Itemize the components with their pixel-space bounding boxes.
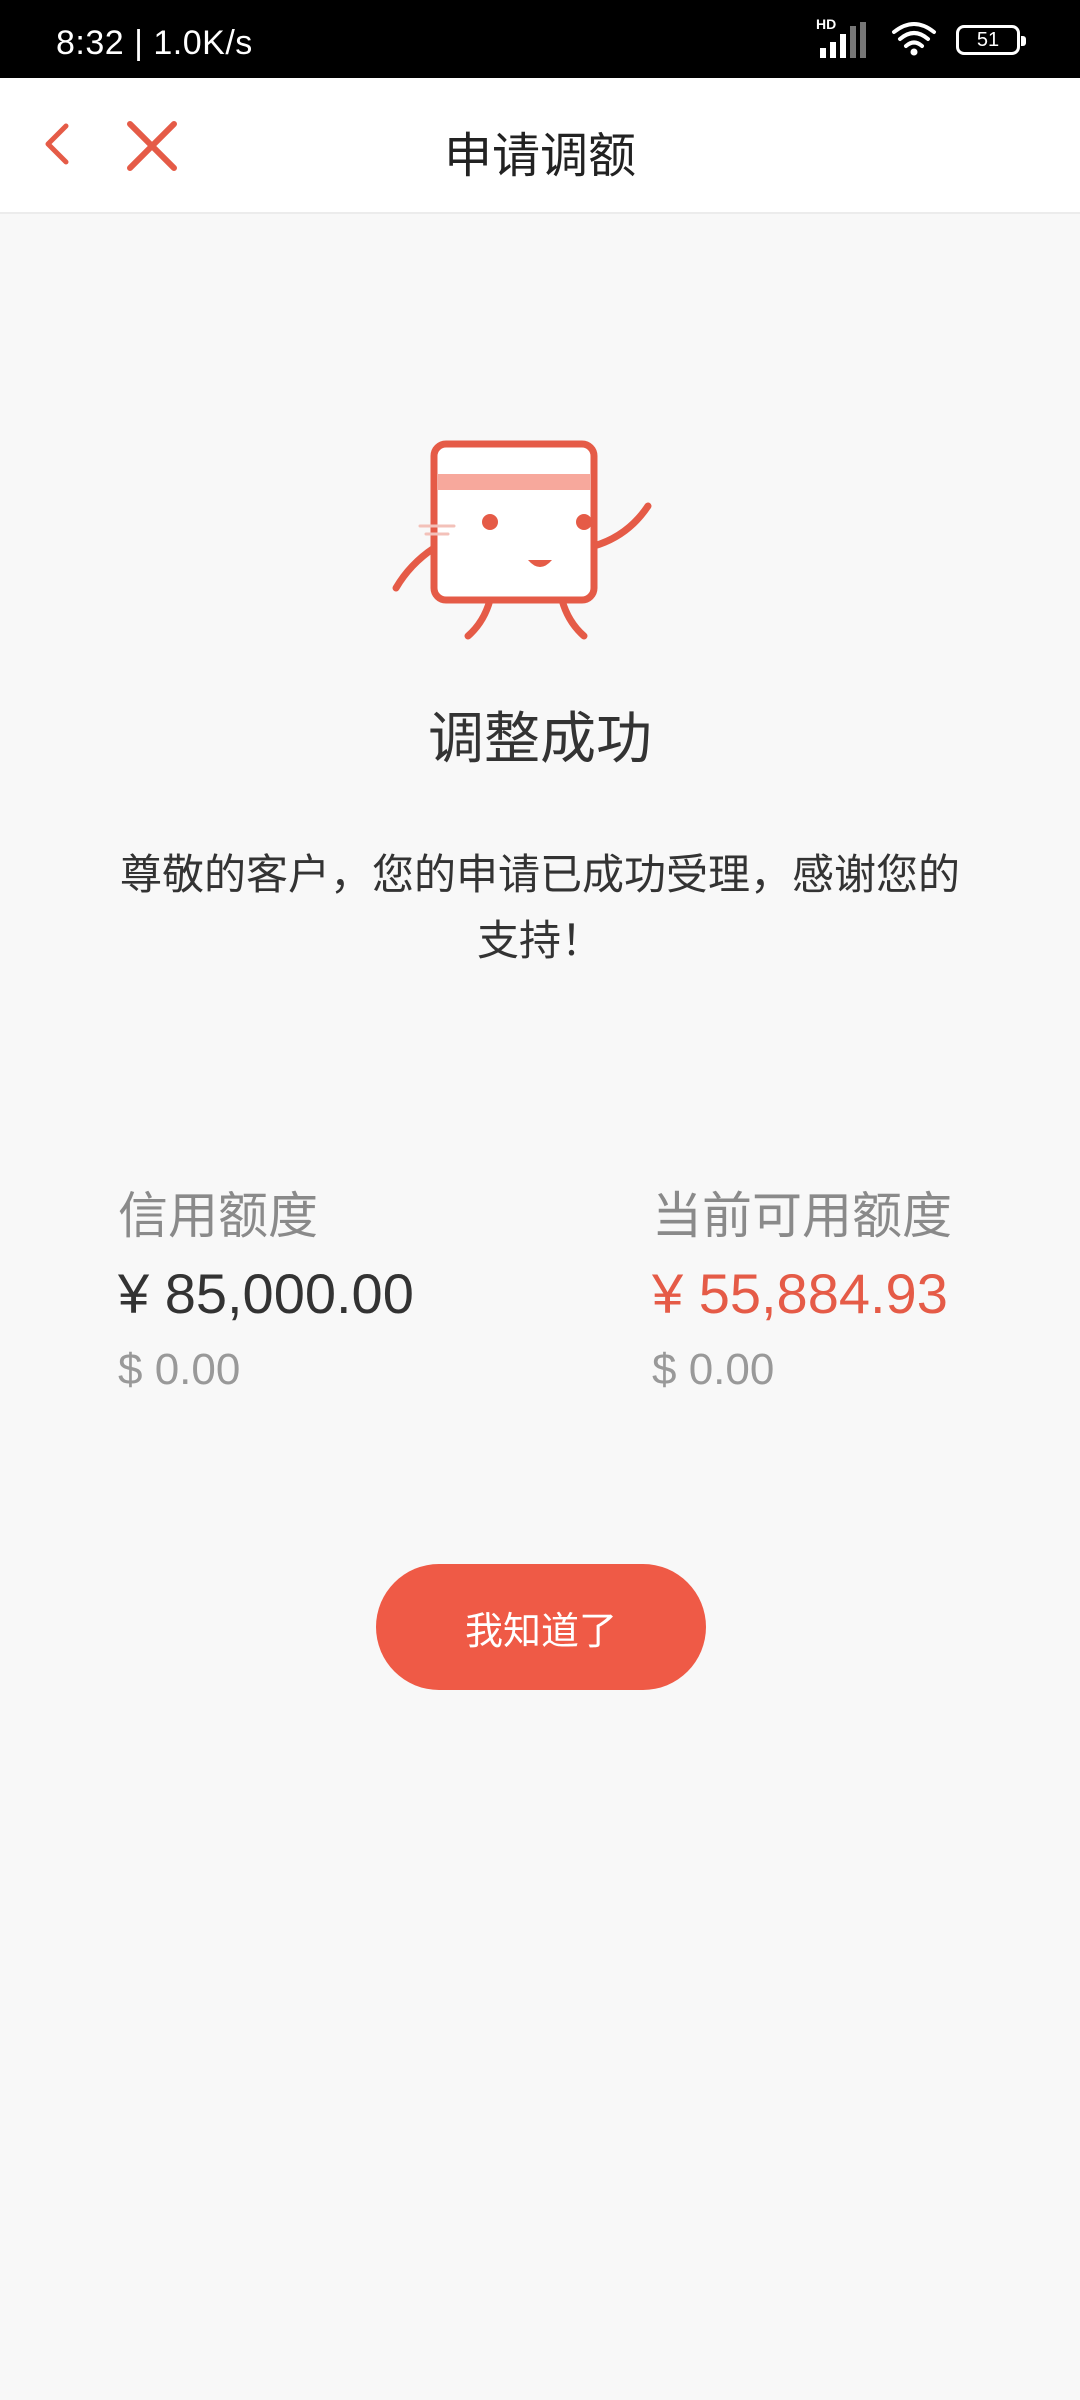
- battery-level: 51: [976, 28, 1000, 51]
- signal-icon: HD: [816, 16, 872, 60]
- battery-icon: 51: [956, 25, 1026, 55]
- status-time-speed: 8:32 | 1.0K/s: [56, 24, 253, 62]
- credit-limit-section: 信用额度 ¥ 85,000.00 $ 0.00: [118, 1184, 414, 1398]
- wifi-icon: [890, 18, 938, 62]
- got-it-button[interactable]: 我知道了: [376, 1564, 706, 1690]
- credit-limit-label: 信用额度: [118, 1187, 318, 1245]
- page-title: 申请调额: [443, 128, 636, 184]
- credit-limit-cny: ¥ 85,000.00: [118, 1262, 414, 1325]
- card-mascot-illustration: [390, 430, 690, 650]
- status-bar: 8:32 | 1.0K/s HD 51: [0, 0, 1080, 78]
- credit-limit-usd: $ 0.00: [118, 1345, 241, 1394]
- network-type-label: HD: [816, 16, 837, 32]
- available-limit-usd: $ 0.00: [652, 1345, 775, 1394]
- result-title: 调整成功: [428, 707, 652, 772]
- result-message: 尊敬的客户，您的申请已成功受理，感谢您的支持！: [120, 850, 961, 965]
- available-limit-label: 当前可用额度: [652, 1187, 952, 1245]
- status-icons: HD 51: [816, 16, 1026, 62]
- navigation-header: 申请调额: [0, 78, 1080, 214]
- available-limit-cny: ¥ 55,884.93: [652, 1262, 948, 1325]
- available-limit-section: 当前可用额度 ¥ 55,884.93 $ 0.00: [652, 1184, 952, 1398]
